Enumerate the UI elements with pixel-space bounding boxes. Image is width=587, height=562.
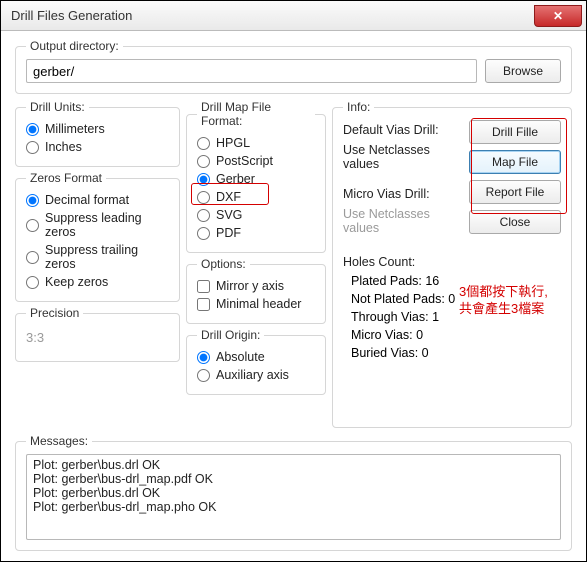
- map-format-group: Drill Map File Format: HPGL PostScript G…: [186, 100, 326, 253]
- option-mirror-y[interactable]: Mirror y axis: [197, 277, 315, 295]
- label-auxiliary: Auxiliary axis: [216, 368, 289, 382]
- info-group: Info: Default Vias Drill: Use Netclasses…: [332, 100, 572, 428]
- label-suppress-trailing: Suppress trailing zeros: [45, 243, 169, 271]
- use-netclasses-2: Use Netclasses values: [343, 204, 461, 238]
- label-pdf: PDF: [216, 226, 241, 240]
- label-inches: Inches: [45, 140, 82, 154]
- radio-decimal[interactable]: [26, 194, 39, 207]
- map-svg[interactable]: SVG: [197, 206, 315, 224]
- use-netclasses-1: Use Netclasses values: [343, 140, 461, 174]
- zeros-keep[interactable]: Keep zeros: [26, 273, 169, 291]
- radio-gerber[interactable]: [197, 173, 210, 186]
- map-hpgl[interactable]: HPGL: [197, 134, 315, 152]
- checkbox-minimal-header[interactable]: [197, 298, 210, 311]
- output-directory-legend: Output directory:: [26, 39, 123, 53]
- zeros-decimal[interactable]: Decimal format: [26, 191, 169, 209]
- zeros-suppress-leading[interactable]: Suppress leading zeros: [26, 209, 169, 241]
- micro-vias-drill-label: Micro Vias Drill:: [343, 184, 461, 204]
- label-absolute: Absolute: [216, 350, 265, 364]
- client-area: Output directory: Browse Drill Units: Mi…: [1, 31, 586, 561]
- holes-not-plated-pads: Not Plated Pads: 0: [351, 290, 461, 308]
- drill-origin-group: Drill Origin: Absolute Auxiliary axis: [186, 328, 326, 395]
- window-close-button[interactable]: ✕: [534, 5, 582, 27]
- holes-buried-vias: Buried Vias: 0: [351, 344, 461, 362]
- options-legend: Options:: [197, 257, 250, 271]
- titlebar: Drill Files Generation ✕: [1, 1, 586, 31]
- zeros-suppress-trailing[interactable]: Suppress trailing zeros: [26, 241, 169, 273]
- message-line: Plot: gerber\bus.drl OK: [33, 458, 554, 472]
- close-icon: ✕: [553, 9, 563, 23]
- drill-units-legend: Drill Units:: [26, 100, 89, 114]
- radio-postscript[interactable]: [197, 155, 210, 168]
- holes-micro-vias: Micro Vias: 0: [351, 326, 461, 344]
- messages-group: Messages: Plot: gerber\bus.drl OK Plot: …: [15, 434, 572, 551]
- map-pdf[interactable]: PDF: [197, 224, 315, 242]
- label-dxf: DXF: [216, 190, 241, 204]
- holes-count-block: Holes Count: Plated Pads: 16 Not Plated …: [343, 252, 461, 362]
- zeros-format-group: Zeros Format Decimal format Suppress lea…: [15, 171, 180, 302]
- message-line: Plot: gerber\bus-drl_map.pho OK: [33, 500, 554, 514]
- radio-dxf[interactable]: [197, 191, 210, 204]
- map-postscript[interactable]: PostScript: [197, 152, 315, 170]
- messages-box[interactable]: Plot: gerber\bus.drl OK Plot: gerber\bus…: [26, 454, 561, 540]
- drill-units-inches[interactable]: Inches: [26, 138, 169, 156]
- map-file-button[interactable]: Map File: [469, 150, 561, 174]
- label-mirror-y: Mirror y axis: [216, 279, 284, 293]
- label-minimal-header: Minimal header: [216, 297, 301, 311]
- report-file-button[interactable]: Report File: [469, 180, 561, 204]
- holes-plated-pads: Plated Pads: 16: [351, 272, 461, 290]
- output-directory-input[interactable]: [26, 59, 477, 83]
- default-vias-drill-label: Default Vias Drill:: [343, 120, 461, 140]
- browse-button[interactable]: Browse: [485, 59, 561, 83]
- radio-auxiliary[interactable]: [197, 369, 210, 382]
- origin-absolute[interactable]: Absolute: [197, 348, 315, 366]
- radio-pdf[interactable]: [197, 227, 210, 240]
- label-decimal: Decimal format: [45, 193, 129, 207]
- map-gerber[interactable]: Gerber: [197, 170, 315, 188]
- drill-file-button[interactable]: Drill Fille: [469, 120, 561, 144]
- label-postscript: PostScript: [216, 154, 273, 168]
- label-suppress-leading: Suppress leading zeros: [45, 211, 169, 239]
- drill-units-millimeters[interactable]: Millimeters: [26, 120, 169, 138]
- radio-hpgl[interactable]: [197, 137, 210, 150]
- annotation-line-1: 3個都按下執行,: [459, 284, 548, 299]
- origin-auxiliary[interactable]: Auxiliary axis: [197, 366, 315, 384]
- label-keep-zeros: Keep zeros: [45, 275, 108, 289]
- message-line: Plot: gerber\bus-drl_map.pdf OK: [33, 472, 554, 486]
- info-legend: Info:: [343, 100, 374, 114]
- radio-inches[interactable]: [26, 141, 39, 154]
- option-minimal-header[interactable]: Minimal header: [197, 295, 315, 313]
- dialog-window: Drill Files Generation ✕ Output director…: [0, 0, 587, 562]
- precision-value: 3:3: [26, 326, 169, 351]
- map-format-legend: Drill Map File Format:: [197, 100, 315, 128]
- zeros-format-legend: Zeros Format: [26, 171, 106, 185]
- drill-origin-legend: Drill Origin:: [197, 328, 264, 342]
- messages-legend: Messages:: [26, 434, 92, 448]
- annotation-text: 3個都按下執行, 共會產生3檔案: [459, 284, 569, 318]
- radio-suppress-leading[interactable]: [26, 219, 39, 232]
- label-svg: SVG: [216, 208, 242, 222]
- drill-units-group: Drill Units: Millimeters Inches: [15, 100, 180, 167]
- radio-absolute[interactable]: [197, 351, 210, 364]
- radio-suppress-trailing[interactable]: [26, 251, 39, 264]
- output-directory-group: Output directory: Browse: [15, 39, 572, 94]
- map-dxf[interactable]: DXF: [197, 188, 315, 206]
- close-button[interactable]: Close: [469, 210, 561, 234]
- window-title: Drill Files Generation: [11, 8, 132, 23]
- label-hpgl: HPGL: [216, 136, 250, 150]
- annotation-line-2: 共會產生3檔案: [459, 301, 544, 316]
- radio-svg[interactable]: [197, 209, 210, 222]
- holes-through-vias: Through Vias: 1: [351, 308, 461, 326]
- radio-millimeters[interactable]: [26, 123, 39, 136]
- precision-group: Precision 3:3: [15, 306, 180, 362]
- message-line: Plot: gerber\bus.drl OK: [33, 486, 554, 500]
- label-gerber: Gerber: [216, 172, 255, 186]
- checkbox-mirror-y[interactable]: [197, 280, 210, 293]
- options-group: Options: Mirror y axis Minimal header: [186, 257, 326, 324]
- precision-legend: Precision: [26, 306, 83, 320]
- radio-keep-zeros[interactable]: [26, 276, 39, 289]
- label-millimeters: Millimeters: [45, 122, 105, 136]
- holes-count-header: Holes Count:: [343, 252, 461, 272]
